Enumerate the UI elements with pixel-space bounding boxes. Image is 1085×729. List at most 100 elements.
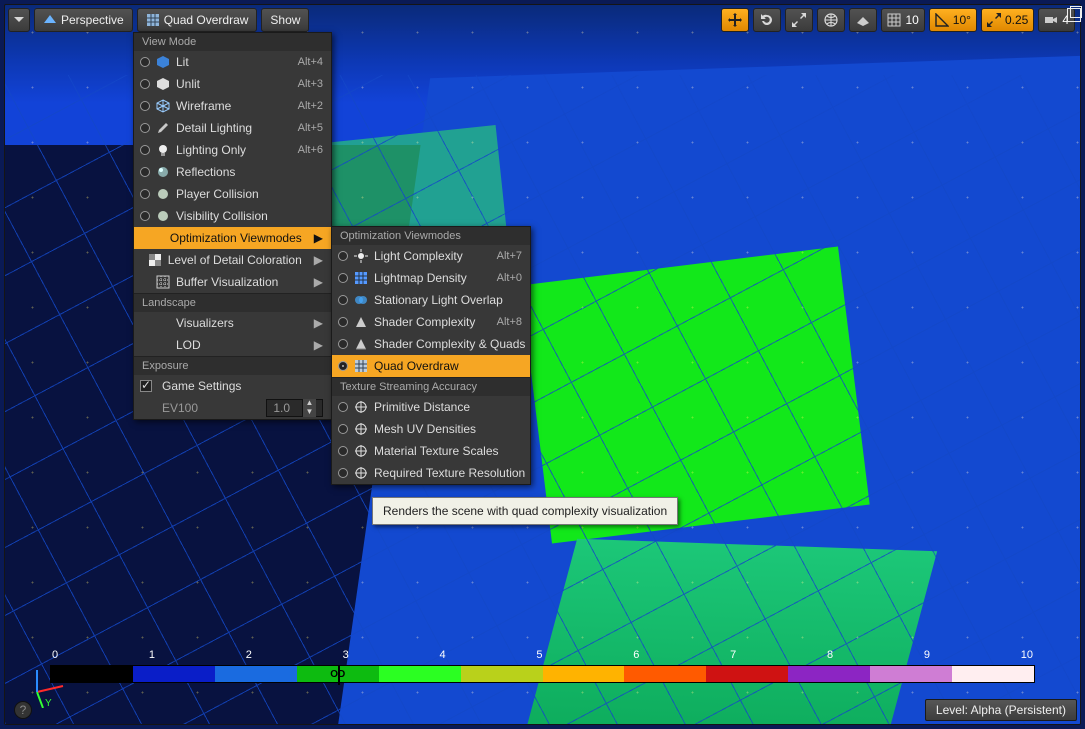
- viewport-options-dropdown[interactable]: [8, 8, 30, 32]
- landscape-lod-submenu[interactable]: LOD ▶: [134, 334, 331, 356]
- density-icon: [354, 271, 368, 285]
- shader-icon: [354, 315, 368, 329]
- exposure-ev100: EV100 1.0 ▲▼: [134, 397, 331, 419]
- menu-header-viewmode: View Mode: [134, 33, 331, 51]
- viewmode-button[interactable]: Quad Overdraw: [137, 8, 258, 32]
- viewport-toolbar-right: 10 10° 0.25 4: [721, 8, 1075, 32]
- legend-tick: 7: [730, 649, 736, 661]
- tex-required-resolution[interactable]: Required Texture Resolution: [332, 462, 530, 484]
- legend-segment: [870, 666, 952, 682]
- viewmode-wireframe[interactable]: Wireframe Alt+2: [134, 95, 331, 117]
- legend-segment: [133, 666, 215, 682]
- overlap-icon: [354, 293, 368, 307]
- viewmode-detail-lighting[interactable]: Detail Lighting Alt+5: [134, 117, 331, 139]
- menu-header-landscape: Landscape: [134, 293, 331, 312]
- camera-icon: [1044, 13, 1058, 27]
- viewmode-visibility-collision[interactable]: Visibility Collision: [134, 205, 331, 227]
- chevron-right-icon: ▶: [314, 275, 323, 289]
- legend-segment: [706, 666, 788, 682]
- optimization-submenu: Optimization Viewmodes Light Complexity …: [331, 226, 531, 485]
- grid-icon: [887, 13, 901, 27]
- exposure-game-settings[interactable]: Game Settings: [134, 375, 331, 397]
- light-icon: [354, 249, 368, 263]
- opt-light-complexity[interactable]: Light Complexity Alt+7: [332, 245, 530, 267]
- legend-tick: 3: [343, 649, 349, 661]
- viewmode-label: Quad Overdraw: [164, 13, 249, 27]
- tex-mesh-uv-densities[interactable]: Mesh UV Densities: [332, 418, 530, 440]
- overdraw-legend: 012345678910 OD: [50, 649, 1035, 683]
- legend-segment: [543, 666, 625, 682]
- viewport-toolbar-left: Perspective Quad Overdraw Show: [8, 8, 309, 32]
- transform-select-button[interactable]: [721, 8, 749, 32]
- legend-segment: [379, 666, 461, 682]
- perspective-icon: [43, 13, 57, 27]
- chevron-right-icon: ▶: [314, 231, 323, 245]
- opt-shader-complexity-quads[interactable]: Shader Complexity & Quads: [332, 333, 530, 355]
- angle-icon: [935, 13, 949, 27]
- legend-segment: [952, 666, 1034, 682]
- legend-segment: [51, 666, 133, 682]
- sphere-icon: [156, 165, 170, 179]
- viewmode-lit[interactable]: Lit Alt+4: [134, 51, 331, 73]
- rotate-icon: [760, 13, 774, 27]
- help-button[interactable]: ?: [14, 701, 32, 719]
- quad-icon: [354, 359, 368, 373]
- show-label: Show: [270, 13, 300, 27]
- grid-snap-button[interactable]: 10: [881, 8, 924, 32]
- scale-snap-icon: [987, 13, 1001, 27]
- brush-icon: [156, 121, 170, 135]
- crosshair-icon: [354, 422, 368, 436]
- viewmode-unlit[interactable]: Unlit Alt+3: [134, 73, 331, 95]
- viewmode-player-collision[interactable]: Player Collision: [134, 183, 331, 205]
- legend-tick: 10: [1021, 649, 1033, 661]
- menu-header-texture-streaming: Texture Streaming Accuracy: [332, 377, 530, 396]
- transform-scale-button[interactable]: [785, 8, 813, 32]
- coord-space-button[interactable]: [817, 8, 845, 32]
- legend-segment: [215, 666, 297, 682]
- viewmode-optimization-submenu[interactable]: Optimization Viewmodes ▶: [134, 227, 331, 249]
- opt-quad-overdraw[interactable]: Quad Overdraw: [332, 355, 530, 377]
- viewmode-lod-coloration-submenu[interactable]: Level of Detail Coloration ▶: [134, 249, 331, 271]
- legend-tick: 4: [440, 649, 446, 661]
- legend-segment: [624, 666, 706, 682]
- chevron-right-icon: ▶: [314, 338, 323, 352]
- opt-stationary-light-overlap[interactable]: Stationary Light Overlap: [332, 289, 530, 311]
- tex-primitive-distance[interactable]: Primitive Distance: [332, 396, 530, 418]
- legend-tick: 6: [633, 649, 639, 661]
- status-level[interactable]: Level: Alpha (Persistent): [925, 699, 1077, 721]
- ev100-spinner[interactable]: 1.0 ▲▼: [266, 399, 323, 417]
- legend-tick: 1: [149, 649, 155, 661]
- opt-shader-complexity[interactable]: Shader Complexity Alt+8: [332, 311, 530, 333]
- spin-down[interactable]: ▼: [302, 408, 316, 417]
- legend-segment: OD: [297, 666, 379, 682]
- collision-icon: [156, 187, 170, 201]
- surface-snap-button[interactable]: [849, 8, 877, 32]
- transform-rotate-button[interactable]: [753, 8, 781, 32]
- chevron-right-icon: ▶: [314, 316, 323, 330]
- legend-tick: 2: [246, 649, 252, 661]
- axis-y-label: Y: [45, 698, 52, 708]
- checkbox-icon: [140, 380, 152, 392]
- show-button[interactable]: Show: [261, 8, 309, 32]
- chevron-down-icon: [12, 13, 26, 27]
- chevron-right-icon: ▶: [314, 253, 323, 267]
- scale-icon: [792, 13, 806, 27]
- crosshair-icon: [354, 466, 368, 480]
- viewmode-buffer-visualization-submenu[interactable]: Buffer Visualization ▶: [134, 271, 331, 293]
- opt-lightmap-density[interactable]: Lightmap Density Alt+0: [332, 267, 530, 289]
- angle-snap-button[interactable]: 10°: [929, 8, 977, 32]
- landscape-visualizers-submenu[interactable]: Visualizers ▶: [134, 312, 331, 334]
- maximize-restore-button[interactable]: [1067, 8, 1081, 22]
- cube-icon: [156, 55, 170, 69]
- surface-snap-icon: [856, 13, 870, 27]
- globe-icon: [824, 13, 838, 27]
- perspective-button[interactable]: Perspective: [34, 8, 133, 32]
- legend-tick: 5: [536, 649, 542, 661]
- crosshair-icon: [354, 400, 368, 414]
- scale-snap-button[interactable]: 0.25: [981, 8, 1034, 32]
- legend-tick: 8: [827, 649, 833, 661]
- viewmode-reflections[interactable]: Reflections: [134, 161, 331, 183]
- viewmode-lighting-only[interactable]: Lighting Only Alt+6: [134, 139, 331, 161]
- ev100-value: 1.0: [267, 401, 296, 415]
- tex-material-texture-scales[interactable]: Material Texture Scales: [332, 440, 530, 462]
